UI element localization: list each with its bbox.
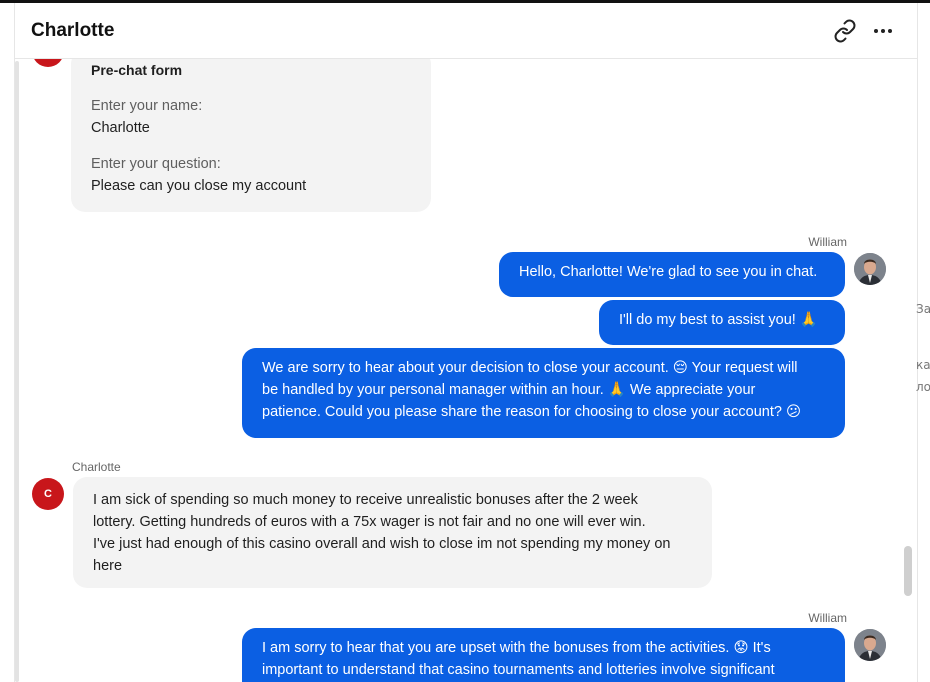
prechat-question-value: Please can you close my account <box>91 178 307 194</box>
agent-avatar-2 <box>854 629 886 661</box>
edge-fragment-2: ка <box>916 358 930 372</box>
prechat-form-card: Pre-chat form Enter your name: Charlotte… <box>71 50 431 212</box>
customer-message-line-2: lottery. Getting hundreds of euros with … <box>93 514 646 530</box>
agent-message-3-line-1: We are sorry to hear about your decision… <box>262 360 798 376</box>
agent-message-3-line-3: patience. Could you please share the rea… <box>262 404 802 420</box>
prechat-name-label: Enter your name: <box>91 98 203 114</box>
agent-message-2-text: I'll do my best to assist you! 🙏 <box>619 312 818 328</box>
agent-message-1-text: Hello, Charlotte! We're glad to see you … <box>519 264 818 280</box>
customer-message-1: I am sick of spending so much money to r… <box>73 477 712 588</box>
agent-message-3-line-2: be handled by your personal manager with… <box>262 382 756 398</box>
customer-name-label: Charlotte <box>72 460 121 474</box>
agent-message-2: I'll do my best to assist you! 🙏 <box>599 300 845 345</box>
agent-avatar <box>854 253 886 285</box>
prechat-form-title: Pre-chat form <box>91 62 183 78</box>
customer-avatar-initial: C <box>44 488 52 500</box>
agent-name-label: William <box>808 235 847 249</box>
customer-message-line-1: I am sick of spending so much money to r… <box>93 492 638 508</box>
agent-message-4: I am sorry to hear that you are upset wi… <box>242 628 845 682</box>
edge-fragment-1: За <box>916 302 930 316</box>
agent-message-1: Hello, Charlotte! We're glad to see you … <box>499 252 845 297</box>
customer-message-line-4: here <box>93 558 123 574</box>
agent-name-label-2: William <box>808 611 847 625</box>
edge-fragment-3: ло <box>916 380 930 394</box>
prechat-name-value: Charlotte <box>91 120 150 136</box>
customer-message-line-3: I've just had enough of this casino over… <box>93 536 671 552</box>
more-options-icon[interactable] <box>871 19 895 43</box>
prechat-question-label: Enter your question: <box>91 156 221 172</box>
chat-header: Charlotte <box>15 3 917 59</box>
chat-panel: Charlotte Pre-chat form Enter your name:… <box>14 3 918 682</box>
left-scrollbar[interactable] <box>15 61 19 682</box>
agent-message-4-line-1: I am sorry to hear that you are upset wi… <box>262 640 771 656</box>
right-scrollbar-thumb[interactable] <box>904 546 912 596</box>
chat-title: Charlotte <box>31 20 115 41</box>
customer-avatar: C <box>32 478 64 510</box>
agent-message-3: We are sorry to hear about your decision… <box>242 348 845 438</box>
agent-message-4-line-2: important to understand that casino tour… <box>262 662 775 678</box>
link-icon[interactable] <box>833 19 857 43</box>
